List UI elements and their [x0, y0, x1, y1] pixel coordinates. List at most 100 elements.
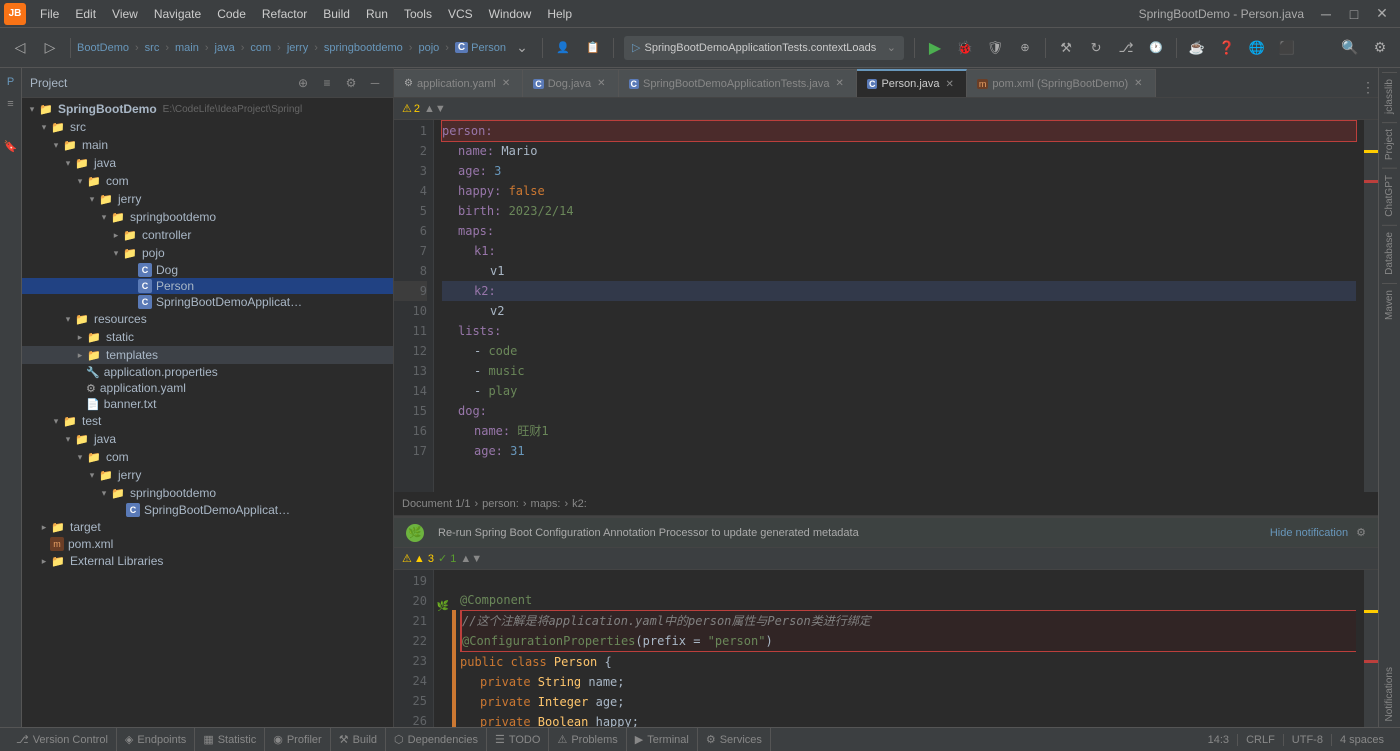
yaml-scroll-track[interactable]: [1364, 120, 1378, 492]
status-terminal[interactable]: ▶ Terminal: [627, 728, 698, 751]
coverage-btn[interactable]: 🛡: [981, 34, 1009, 62]
sidebar-chatgpt[interactable]: ChatGPT: [1382, 168, 1397, 223]
bread-pojo[interactable]: pojo: [418, 42, 439, 54]
browser-btn[interactable]: 🌐: [1243, 34, 1271, 62]
menu-run[interactable]: Run: [358, 5, 396, 23]
person-tab-close[interactable]: ✕: [944, 78, 956, 91]
tab-app-tests[interactable]: C SpringBootDemoApplicationTests.java ✕: [619, 69, 857, 97]
panel-add-btn[interactable]: ⊕: [293, 73, 313, 93]
menu-file[interactable]: File: [32, 5, 67, 23]
menu-help[interactable]: Help: [539, 5, 580, 23]
status-services[interactable]: ⚙ Services: [698, 728, 771, 751]
bread-jerry[interactable]: jerry: [287, 42, 308, 54]
bookmarks-icon[interactable]: 🔖: [1, 136, 21, 156]
status-problems[interactable]: ⚠ Problems: [549, 728, 626, 751]
menu-window[interactable]: Window: [481, 5, 540, 23]
status-position[interactable]: 14:3: [1200, 734, 1238, 746]
project-icon[interactable]: P: [1, 72, 21, 92]
status-profiler[interactable]: ◉ Profiler: [265, 728, 330, 751]
menu-tools[interactable]: Tools: [396, 5, 440, 23]
run-btn[interactable]: ▶: [921, 34, 949, 62]
forward-btn[interactable]: ▷: [36, 34, 64, 62]
tree-dog[interactable]: ▸ C Dog: [22, 262, 393, 278]
tab-application-yaml[interactable]: ⚙ application.yaml ✕: [394, 69, 523, 97]
ed-bread-maps[interactable]: maps:: [531, 498, 561, 510]
tree-test-java[interactable]: ▾ 📁 java: [22, 430, 393, 448]
tree-app-yaml[interactable]: ▸ ⚙ application.yaml: [22, 380, 393, 396]
tree-target[interactable]: ▸ 📁 target: [22, 518, 393, 536]
tree-test-jerry[interactable]: ▾ 📁 jerry: [22, 466, 393, 484]
java-code-area[interactable]: @Component //这个注解是将application.yaml中的per…: [452, 570, 1364, 727]
tree-test-com[interactable]: ▾ 📁 com: [22, 448, 393, 466]
sidebar-notifications[interactable]: Notifications: [1382, 661, 1397, 727]
menu-refactor[interactable]: Refactor: [254, 5, 315, 23]
notif-hide-btn[interactable]: Hide notification: [1270, 527, 1348, 539]
tab-pom-xml[interactable]: m pom.xml (SpringBootDemo) ✕: [967, 69, 1156, 97]
person-nav[interactable]: 👤: [549, 34, 577, 62]
build-btn[interactable]: ⚒: [1052, 34, 1080, 62]
settings-btn[interactable]: ⚙: [1366, 34, 1394, 62]
tree-ext-libs[interactable]: ▸ 📁 External Libraries: [22, 552, 393, 570]
bread-src[interactable]: src: [145, 42, 160, 54]
run-config-selector[interactable]: ▷ SpringBootDemoApplicationTests.context…: [624, 36, 904, 60]
sidebar-maven[interactable]: Maven: [1382, 283, 1397, 326]
notif-settings-btn[interactable]: ⚙: [1356, 526, 1366, 539]
tree-test-app[interactable]: ▸ C SpringBootDemoApplicat…: [22, 502, 393, 518]
status-todo[interactable]: ☰ TODO: [487, 728, 549, 751]
status-indent[interactable]: 4 spaces: [1332, 734, 1392, 746]
tab-person-java[interactable]: C Person.java ✕: [857, 69, 967, 97]
menu-vcs[interactable]: VCS: [440, 5, 481, 23]
menu-code[interactable]: Code: [209, 5, 254, 23]
panel-settings-btn[interactable]: ⚙: [341, 73, 361, 93]
status-statistic[interactable]: ▦ Statistic: [195, 728, 265, 751]
profile-btn[interactable]: ⊕: [1011, 34, 1039, 62]
tab-dog-java[interactable]: C Dog.java ✕: [523, 69, 618, 97]
sidebar-jclasslib[interactable]: jclasslib: [1382, 72, 1397, 120]
tree-banner[interactable]: ▸ 📄 banner.txt: [22, 396, 393, 412]
java-ee-btn[interactable]: ☕: [1183, 34, 1211, 62]
help-btn[interactable]: ❓: [1213, 34, 1241, 62]
bread-expand[interactable]: ⌄: [508, 34, 536, 62]
tree-pom[interactable]: ▸ m pom.xml: [22, 536, 393, 552]
ed-bread-k2[interactable]: k2:: [572, 498, 587, 510]
ed-bread-doc[interactable]: Document 1/1: [402, 498, 470, 510]
status-line-ending[interactable]: CRLF: [1238, 734, 1284, 746]
tree-resources[interactable]: ▾ 📁 resources: [22, 310, 393, 328]
sidebar-database[interactable]: Database: [1382, 225, 1397, 281]
git-btn[interactable]: ⎇: [1112, 34, 1140, 62]
menu-build[interactable]: Build: [315, 5, 358, 23]
tree-templates[interactable]: ▸ 📁 templates: [22, 346, 393, 364]
copy-path-btn[interactable]: 📋: [579, 34, 607, 62]
tree-test-sbd[interactable]: ▾ 📁 springbootdemo: [22, 484, 393, 502]
tree-app-main[interactable]: ▸ C SpringBootDemoApplicat…: [22, 294, 393, 310]
search-btn[interactable]: 🔍: [1336, 34, 1364, 62]
yaml-code-area[interactable]: person: name: Mario age: 3 happy: false …: [434, 120, 1364, 492]
status-endpoints[interactable]: ◈ Endpoints: [117, 728, 195, 751]
bread-java[interactable]: java: [215, 42, 235, 54]
structure-icon[interactable]: ≡: [1, 94, 21, 114]
bread-main[interactable]: main: [175, 42, 199, 54]
sync-btn[interactable]: ↻: [1082, 34, 1110, 62]
menu-view[interactable]: View: [104, 5, 146, 23]
tree-pojo[interactable]: ▾ 📁 pojo: [22, 244, 393, 262]
panel-minimize-btn[interactable]: ─: [365, 73, 385, 93]
tree-com[interactable]: ▾ 📁 com: [22, 172, 393, 190]
bread-person[interactable]: Person: [471, 42, 506, 54]
status-version-control[interactable]: ⎇ Version Control: [8, 728, 117, 751]
tree-root[interactable]: ▾ 📁 SpringBootDemo E:\CodeLife\IdeaProje…: [22, 100, 393, 118]
panel-collapse-btn[interactable]: ≡: [317, 73, 337, 93]
java-scroll-track[interactable]: [1364, 570, 1378, 727]
back-btn[interactable]: ◁: [6, 34, 34, 62]
tree-jerry[interactable]: ▾ 📁 jerry: [22, 190, 393, 208]
history-btn[interactable]: 🕐: [1142, 34, 1170, 62]
tree-person[interactable]: ▸ C Person: [22, 278, 393, 294]
tree-springbootdemo[interactable]: ▾ 📁 springbootdemo: [22, 208, 393, 226]
close-btn[interactable]: ✕: [1368, 0, 1396, 28]
status-build[interactable]: ⚒ Build: [331, 728, 386, 751]
ed-bread-person[interactable]: person:: [482, 498, 519, 510]
minimize-btn[interactable]: ─: [1312, 0, 1340, 28]
tab-more-btn[interactable]: ⋮: [1358, 77, 1378, 97]
yaml-tab-close[interactable]: ✕: [500, 77, 512, 90]
tree-test[interactable]: ▾ 📁 test: [22, 412, 393, 430]
menu-navigate[interactable]: Navigate: [146, 5, 209, 23]
